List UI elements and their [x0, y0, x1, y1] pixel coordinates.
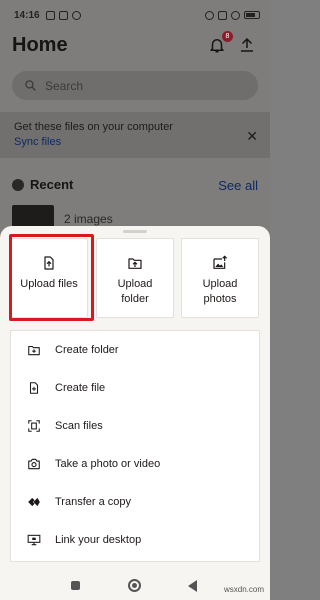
clock-icon: [12, 178, 24, 191]
wifi-icon: [231, 10, 240, 20]
desktop-icon: [27, 534, 41, 546]
sync-banner: Get these files on your computer Sync fi…: [0, 112, 270, 158]
system-nav-bar: wsxdn.com: [0, 574, 270, 600]
music-notification-icon: [71, 10, 81, 20]
search-icon: [25, 80, 36, 91]
back-button[interactable]: [188, 580, 197, 592]
app-notification-icon: [58, 10, 68, 20]
create-file-label: Create file: [55, 382, 106, 394]
link-desktop-item[interactable]: Link your desktop: [11, 521, 259, 559]
upload-photos-label: Upload photos: [202, 278, 238, 305]
sheet-drag-handle[interactable]: [123, 230, 147, 233]
upload-folder-button[interactable]: Upload folder: [96, 238, 174, 318]
upload-file-icon: [44, 256, 54, 270]
take-photo-label: Take a photo or video: [55, 458, 161, 470]
transfer-copy-item[interactable]: Transfer a copy: [11, 483, 259, 521]
camera-icon: [28, 458, 40, 470]
recent-title: Recent: [30, 177, 74, 192]
see-all-link[interactable]: See all: [218, 178, 258, 193]
upload-bottom-sheet: Upload files Upload folder Upload photos…: [0, 226, 270, 574]
signal-icon: [218, 10, 227, 20]
page-title: Home: [12, 34, 68, 56]
status-time: 14:16: [14, 9, 40, 21]
create-file-item[interactable]: Create file: [11, 369, 259, 407]
search-bar[interactable]: Search: [12, 71, 258, 100]
scan-files-item[interactable]: Scan files: [11, 407, 259, 445]
upload-files-label: Upload files: [20, 278, 78, 290]
recent-header: Recent: [12, 177, 73, 192]
search-placeholder: Search: [45, 78, 84, 93]
link-desktop-label: Link your desktop: [55, 534, 142, 546]
recents-button[interactable]: [71, 581, 80, 590]
transfer-copy-label: Transfer a copy: [55, 496, 132, 508]
close-icon[interactable]: ✕: [246, 128, 258, 145]
upload-photos-button[interactable]: Upload photos: [181, 238, 259, 318]
upload-photos-icon: [213, 255, 228, 269]
scan-files-label: Scan files: [55, 420, 103, 432]
battery-icon: [244, 11, 260, 19]
bluetooth-icon: [205, 10, 214, 20]
home-button[interactable]: [128, 579, 141, 592]
upload-folder-icon: [128, 258, 142, 269]
create-folder-icon: [28, 345, 40, 356]
gallery-notification-icon: [45, 10, 55, 20]
sync-files-link[interactable]: Sync files: [14, 136, 256, 148]
create-folder-item[interactable]: Create folder: [11, 331, 259, 369]
scan-icon: [28, 420, 40, 432]
status-bar: 14:16: [0, 0, 270, 30]
take-photo-item[interactable]: Take a photo or video: [11, 445, 259, 483]
watermark: wsxdn.com: [223, 585, 264, 594]
sync-text: Get these files on your computer: [14, 121, 173, 133]
transfer-icon: [28, 497, 40, 507]
create-folder-label: Create folder: [55, 344, 119, 356]
upload-files-button[interactable]: Upload files: [10, 238, 88, 318]
notification-badge: 8: [222, 31, 233, 42]
upload-icon[interactable]: [238, 36, 256, 54]
action-list: Create folder Create file Scan files Tak…: [10, 330, 260, 562]
create-file-icon: [29, 382, 39, 394]
upload-folder-label: Upload folder: [117, 278, 153, 305]
recent-item-label[interactable]: 2 images: [64, 212, 113, 226]
